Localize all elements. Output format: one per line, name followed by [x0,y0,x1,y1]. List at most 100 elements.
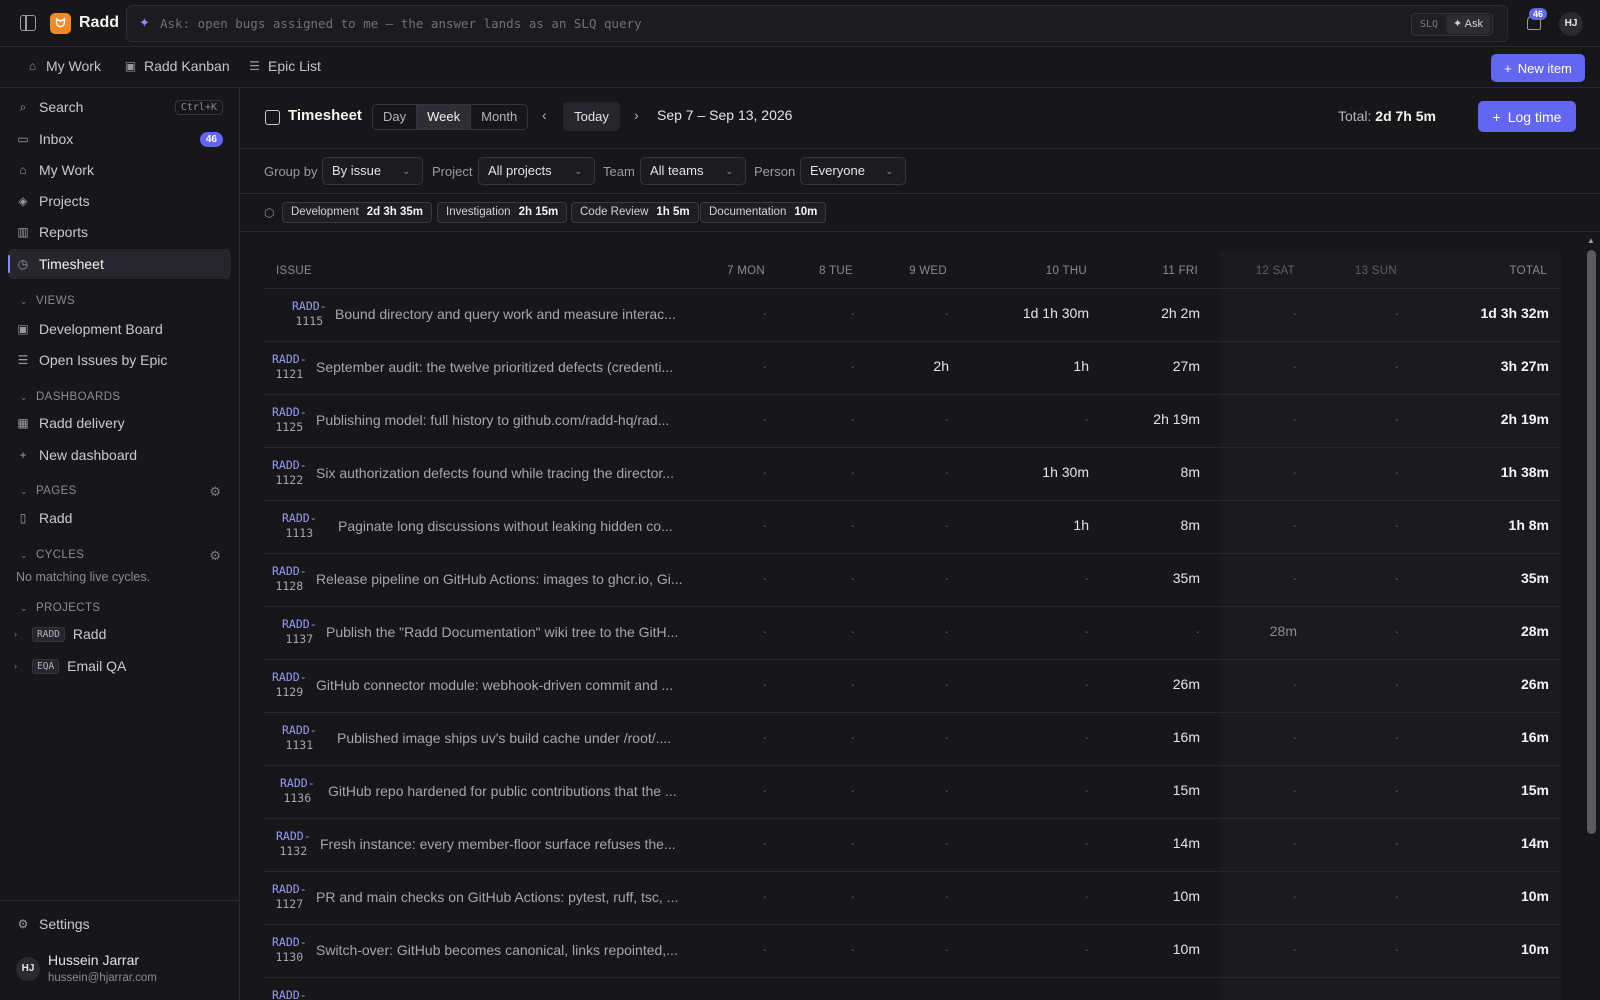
time-cell[interactable]: · [944,729,949,745]
time-cell[interactable]: · [1084,888,1089,904]
time-cell[interactable]: · [1394,888,1399,904]
issue-key-link[interactable]: RADD- 1122 [272,458,307,488]
sidebar-project-email-qa[interactable]: › EQA Email QA [14,658,126,674]
time-cell[interactable]: · [944,305,949,321]
next-week-icon[interactable]: › [634,107,639,123]
issue-title[interactable]: PR and main checks on GitHub Actions: py… [316,889,678,905]
time-cell[interactable]: · [1084,623,1089,639]
issue-key-link[interactable]: RADD- 1130 [272,935,307,965]
table-row[interactable]: RADD- 1130 Switch-over: GitHub becomes can… [264,925,1561,978]
time-cell[interactable]: 8m [1181,464,1200,480]
time-cell[interactable]: · [944,570,949,586]
time-cell[interactable]: 10m [1173,888,1200,904]
time-cell[interactable]: · [850,411,855,427]
chevron-right-icon[interactable]: › [14,629,24,639]
tag-chip-documentation[interactable]: Documentation 10m [700,202,827,223]
time-cell[interactable]: · [944,676,949,692]
time-cell[interactable]: · [850,358,855,374]
team-select[interactable]: All teams ⌄ [640,157,746,185]
issue-title[interactable]: Release pipeline on GitHub Actions: imag… [316,571,683,587]
sidebar-item-timesheet[interactable]: ◷ Timesheet [8,249,231,279]
sidebar-item-projects[interactable]: ◈ Projects [8,186,231,216]
time-cell[interactable]: · [1084,835,1089,851]
pages-gear-icon[interactable]: ⚙ [209,484,221,500]
tag-chip-development[interactable]: Development 2d 3h 35m [282,202,433,223]
time-cell[interactable]: · [850,517,855,533]
issue-key-link[interactable]: RADD- 1113 [282,511,317,541]
time-cell[interactable]: · [1195,623,1200,639]
time-cell[interactable]: · [762,464,767,480]
time-cell[interactable]: 26m [1173,676,1200,692]
time-cell[interactable]: · [762,623,767,639]
tab-my-work[interactable]: ⌂ My Work [26,58,101,74]
time-cell[interactable]: · [944,623,949,639]
issue-title[interactable]: September audit: the twelve prioritized … [316,359,673,375]
sidebar-toggle-icon[interactable] [20,15,36,31]
time-cell[interactable]: · [1394,411,1399,427]
sidebar-item-development-board[interactable]: ▣ Development Board [8,314,231,344]
table-row[interactable]: RADD- 1115 Bound directory and query work … [264,289,1561,342]
view-month-button[interactable]: Month [471,105,527,129]
time-cell[interactable]: 1h [1073,358,1089,374]
tag-chip-investigation[interactable]: Investigation 2h 15m [437,202,568,223]
sidebar-item-inbox[interactable]: ▭ Inbox 46 [8,124,231,154]
time-cell[interactable]: · [1394,835,1399,851]
time-cell[interactable]: · [1394,623,1399,639]
slq-toggle[interactable]: SLQ [1412,19,1446,30]
time-cell[interactable]: 27m [1173,358,1200,374]
time-cell[interactable]: 15m [1173,782,1200,798]
time-cell[interactable]: 1h [1073,517,1089,533]
sidebar-item-radd-delivery[interactable]: ▦ Radd delivery [8,408,231,438]
sidebar-item-search[interactable]: ⌕ Search Ctrl+K [8,92,231,122]
table-row[interactable]: RADD- 1137 Publish the "Radd Documentation… [264,607,1561,660]
time-cell[interactable]: · [850,623,855,639]
table-row[interactable]: RADD- 1132 Fresh instance: every member-fl… [264,819,1561,872]
pages-section-header[interactable]: ⌄ PAGES [20,485,77,497]
time-cell[interactable]: 1d 1h 30m [1023,305,1089,321]
issue-title[interactable]: Switch-over: GitHub becomes canonical, l… [316,942,678,958]
time-cell[interactable]: · [762,888,767,904]
time-cell[interactable]: · [1292,888,1297,904]
time-cell[interactable]: · [1292,570,1297,586]
dashboards-section-header[interactable]: ⌄ DASHBOARDS [20,391,120,403]
time-cell[interactable]: · [1084,941,1089,957]
cycles-section-header[interactable]: ⌄ CYCLES [20,549,84,561]
time-cell[interactable]: 28m [1270,623,1297,639]
ask-mode-pill[interactable]: SLQ ✦ Ask [1410,13,1493,36]
time-cell[interactable]: · [1084,411,1089,427]
log-time-button[interactable]: + Log time [1478,101,1576,132]
time-cell[interactable]: 8m [1181,517,1200,533]
time-cell[interactable]: 2h [933,358,949,374]
table-row[interactable]: RADD- 1121 September audit: the twelve pri… [264,342,1561,395]
issue-title[interactable]: Paginate long discussions without leakin… [338,518,673,534]
time-cell[interactable]: · [944,464,949,480]
time-cell[interactable]: · [762,782,767,798]
time-cell[interactable]: · [1394,358,1399,374]
table-row[interactable]: RADD- 1128 Release pipeline on GitHub Acti… [264,554,1561,607]
ask-bar[interactable]: ✦ Ask: open bugs assigned to me — the an… [126,5,1508,42]
time-cell[interactable]: · [1394,941,1399,957]
time-cell[interactable]: · [1084,729,1089,745]
project-select[interactable]: All projects ⌄ [478,157,595,185]
scroll-up-icon[interactable]: ▲ [1587,236,1595,245]
time-cell[interactable]: · [850,729,855,745]
person-select[interactable]: Everyone ⌄ [800,157,906,185]
table-row[interactable]: RADD- 1113 Paginate long discussions witho… [264,501,1561,554]
time-cell[interactable]: · [944,411,949,427]
table-scrollbar[interactable]: ▲ [1585,234,1597,1000]
time-cell[interactable]: · [1292,517,1297,533]
time-cell[interactable]: · [850,305,855,321]
issue-title[interactable]: Publishing model: full history to github… [316,412,669,428]
time-cell[interactable]: · [1394,729,1399,745]
time-cell[interactable]: · [1292,729,1297,745]
time-cell[interactable]: · [1084,676,1089,692]
time-cell[interactable]: · [1292,464,1297,480]
time-cell[interactable]: · [1394,570,1399,586]
projects-section-header[interactable]: ⌄ PROJECTS [20,602,101,614]
col-header-issue[interactable]: ISSUE [276,265,312,277]
view-day-button[interactable]: Day [373,105,418,129]
group-by-select[interactable]: By issue ⌄ [322,157,423,185]
time-cell[interactable]: · [1292,835,1297,851]
issue-key-link[interactable]: RADD- 1136 [280,776,315,806]
time-cell[interactable]: · [1292,782,1297,798]
